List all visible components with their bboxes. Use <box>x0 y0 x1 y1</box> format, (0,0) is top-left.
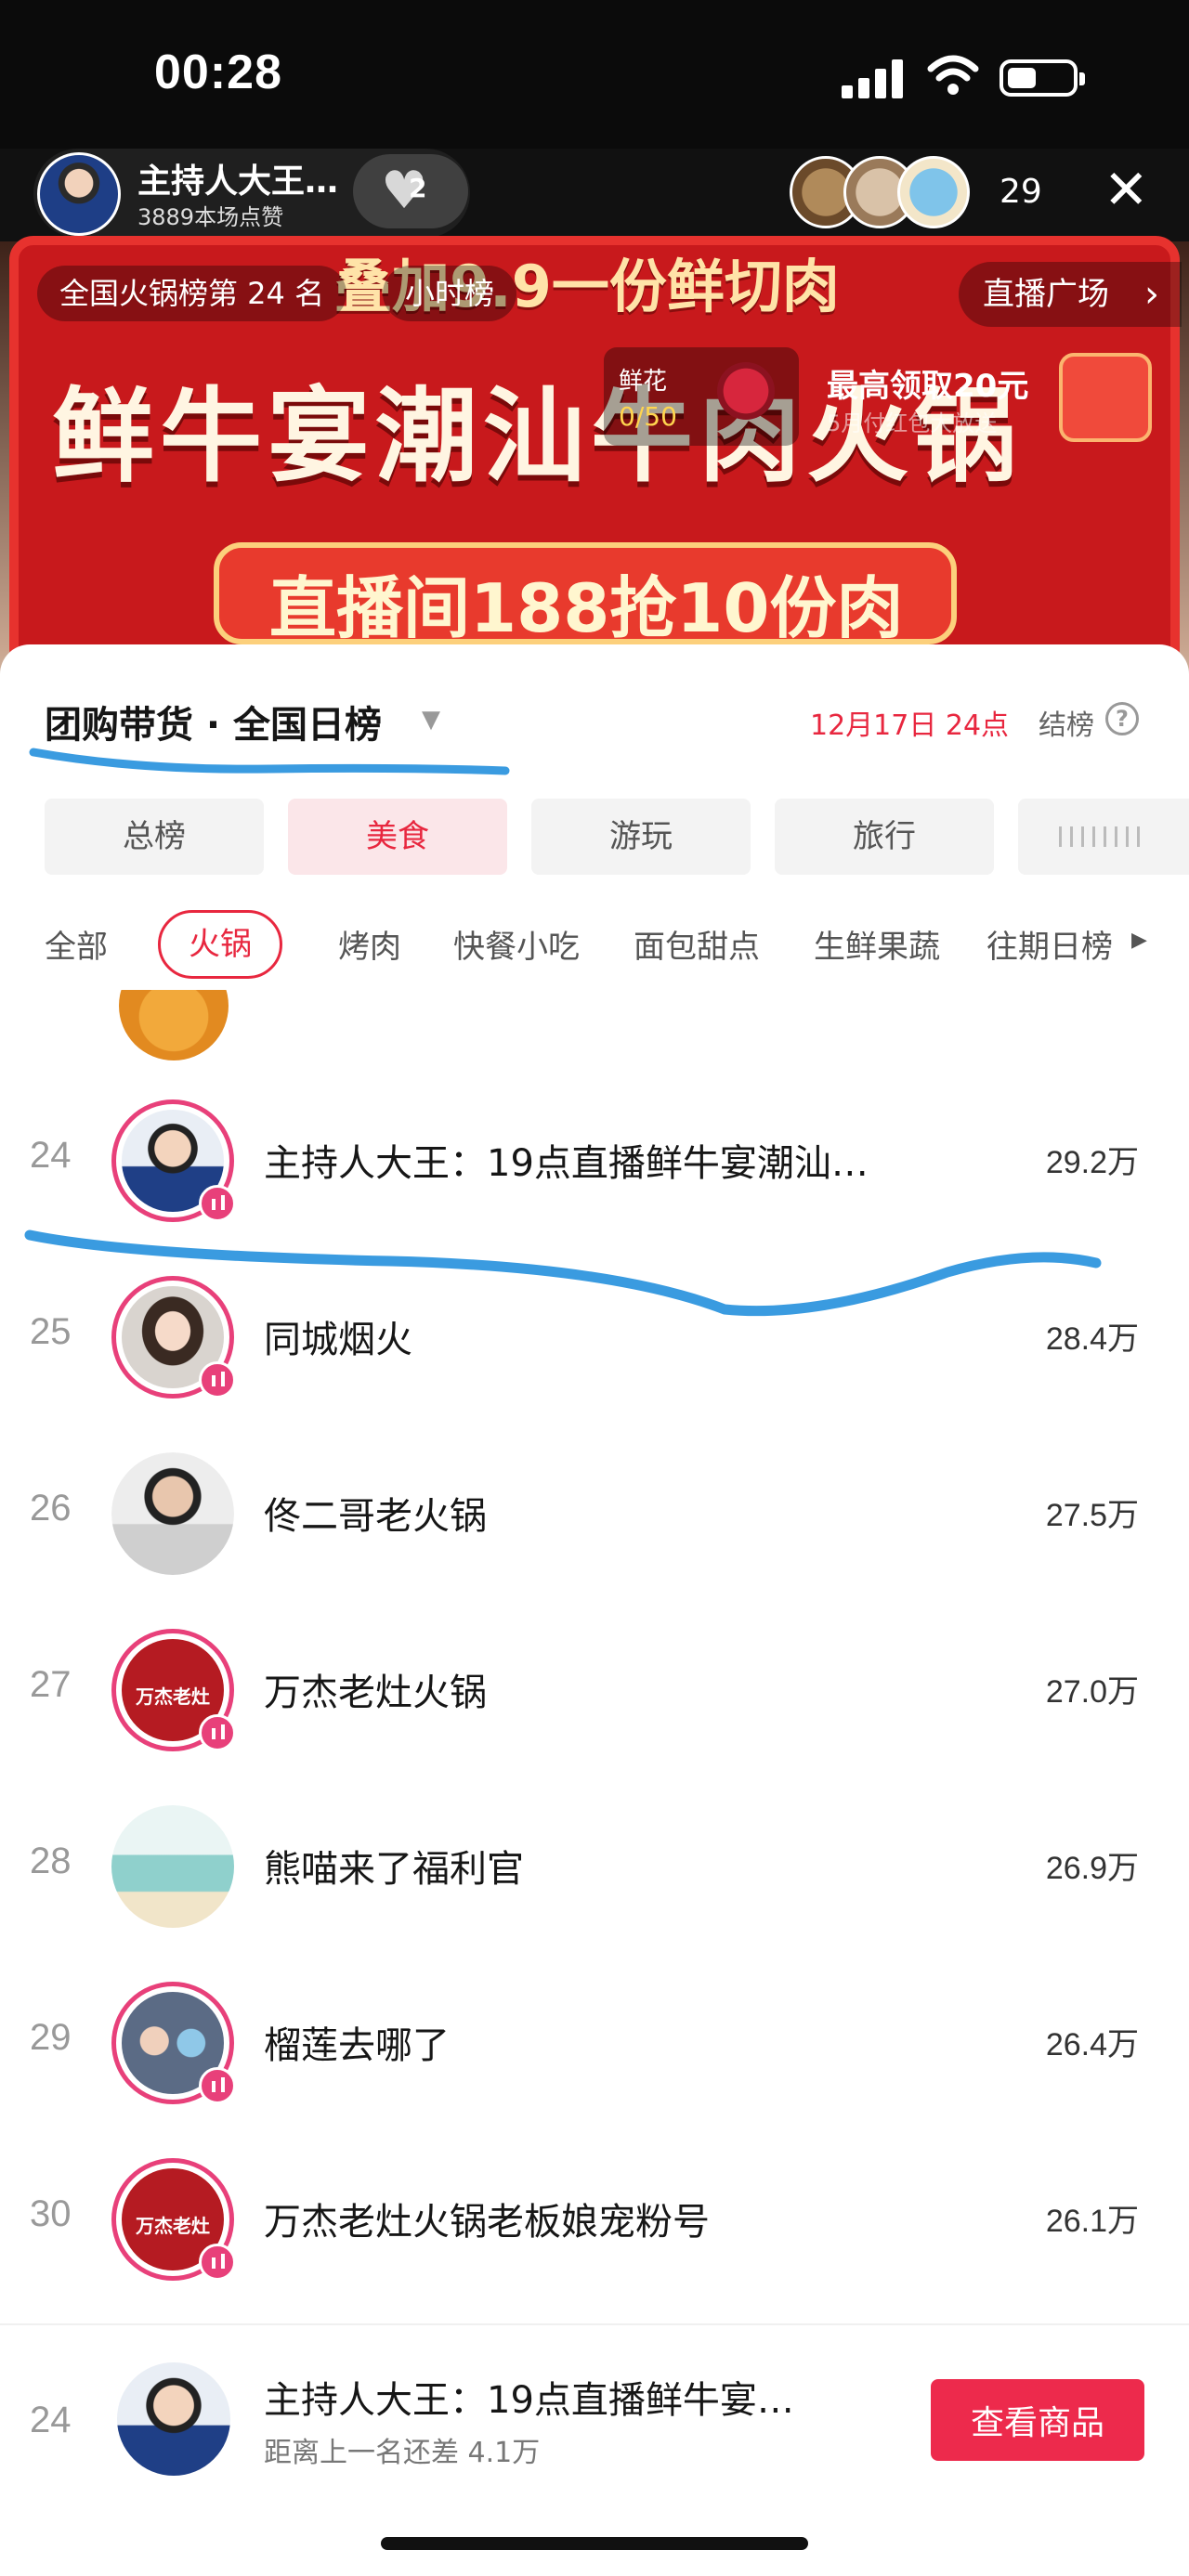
chevron-right-icon: › <box>1144 273 1159 316</box>
live-host-bar: 主持人大王… 3889本场点赞 ♥ 2 29 ✕ <box>0 149 1189 241</box>
signal-icon <box>842 58 907 98</box>
subtab-hotpot[interactable]: 火锅 <box>158 910 282 979</box>
row-name: 主持人大王：19点直播鲜牛宴潮汕… <box>264 1142 869 1185</box>
avatar[interactable] <box>119 990 229 1060</box>
row-name: 万杰老灶火锅 <box>264 1672 487 1714</box>
subtab-all[interactable]: 全部 <box>45 921 108 967</box>
close-icon[interactable]: ✕ <box>1104 162 1149 217</box>
wifi-icon <box>927 55 979 95</box>
help-icon[interactable]: ? <box>1105 702 1139 735</box>
battery-icon <box>1000 59 1085 97</box>
live-indicator-icon <box>199 1714 236 1751</box>
tab-play[interactable]: 游玩 <box>531 799 751 875</box>
row-score: 27.0万 <box>1045 1674 1139 1710</box>
my-rank: 24 <box>30 2400 72 2440</box>
status-time: 00:28 <box>154 46 282 99</box>
flower-count: 0/50 <box>619 401 677 432</box>
subtab-past-daily[interactable]: 往期日榜 <box>986 921 1113 967</box>
ranking-row[interactable]: 27 万杰老灶 万杰老灶火锅 27.0万 <box>0 1601 1189 1777</box>
row-score: 26.9万 <box>1045 1851 1139 1886</box>
subtab-fastfood[interactable]: 快餐小吃 <box>453 921 580 967</box>
avatar-image <box>111 1805 234 1928</box>
row-name: 万杰老灶火锅老板娘宠粉号 <box>264 2201 710 2244</box>
row-rank: 26 <box>30 1488 72 1529</box>
subtab-bbq[interactable]: 烤肉 <box>338 921 401 967</box>
row-name: 熊喵来了福利官 <box>264 1848 524 1891</box>
brand-logo-text: 万杰老灶 <box>136 1685 210 1708</box>
subtab-fresh[interactable]: 生鲜果蔬 <box>814 921 940 967</box>
row-rank: 28 <box>30 1841 72 1881</box>
status-bar: 00:28 <box>0 0 1189 149</box>
annotation-underline-row <box>24 1229 1102 1317</box>
live-indicator-icon <box>199 2067 236 2104</box>
ranking-row[interactable]: 30 万杰老灶 万杰老灶火锅老板娘宠粉号 26.1万 <box>0 2130 1189 2307</box>
red-packet-title: 最高领取20元 <box>827 368 1029 405</box>
row-score: 26.4万 <box>1045 2027 1139 2062</box>
tab-food[interactable]: 美食 <box>288 799 507 875</box>
ranking-settle-label: 结榜 <box>1039 709 1094 742</box>
fan-club-level: 2 <box>409 173 427 203</box>
row-name: 榴莲去哪了 <box>264 2024 450 2067</box>
home-indicator[interactable] <box>381 2537 808 2550</box>
row-score: 27.5万 <box>1045 1498 1139 1533</box>
viewer-count[interactable]: 29 <box>1000 173 1042 211</box>
annotation-underline-title <box>29 748 510 775</box>
ranking-row[interactable]: 26 佟二哥老火锅 27.5万 <box>0 1425 1189 1601</box>
row-rank: 24 <box>30 1135 72 1176</box>
fan-club-badge[interactable]: ♥ 2 <box>353 154 468 228</box>
ranking-row[interactable]: 28 熊喵来了福利官 26.9万 <box>0 1777 1189 1954</box>
row-rank: 29 <box>30 2017 72 2058</box>
hotpot-rank-chip[interactable]: 全国火锅榜第 24 名 <box>37 266 347 321</box>
tab-overall[interactable]: 总榜 <box>45 799 264 875</box>
caret-down-icon[interactable]: ▼ <box>422 706 440 734</box>
my-name: 主持人大王：19点直播鲜牛宴… <box>264 2379 794 2422</box>
ranking-row[interactable]: 29 榴莲去哪了 26.4万 <box>0 1954 1189 2130</box>
chevron-right-icon: ▶ <box>1131 929 1147 952</box>
avatar[interactable] <box>111 1805 234 1928</box>
tab-overflow[interactable] <box>1018 799 1189 875</box>
live-indicator-icon <box>199 1361 236 1399</box>
red-packet-icon[interactable] <box>1059 353 1152 442</box>
brand-logo-text: 万杰老灶 <box>136 2215 210 2237</box>
banner-bottom-text: 直播间188抢10份肉 <box>269 569 904 647</box>
flower-label: 鲜花 <box>619 368 668 396</box>
my-avatar[interactable] <box>117 2362 230 2476</box>
live-indicator-icon <box>199 2244 236 2281</box>
subtab-bakery[interactable]: 面包甜点 <box>634 921 760 967</box>
live-plaza-label: 直播广场 <box>983 276 1109 313</box>
view-products-button[interactable]: 查看商品 <box>931 2379 1144 2461</box>
ranking-title[interactable]: 团购带货 · 全国日榜 <box>45 695 382 748</box>
row-rank: 27 <box>30 1664 72 1705</box>
ranking-date: 12月17日 24点 <box>810 709 1010 742</box>
row-name: 佟二哥老火锅 <box>264 1495 487 1538</box>
red-packet-subtitle: 5月付红包大放送 <box>827 410 998 436</box>
row-rank: 30 <box>30 2193 72 2234</box>
row-score: 29.2万 <box>1045 1145 1139 1180</box>
live-plaza-button[interactable]: 直播广场 › <box>959 262 1182 327</box>
row-score: 26.1万 <box>1045 2204 1139 2239</box>
host-name: 主持人大王… <box>137 163 339 201</box>
host-avatar[interactable] <box>37 152 121 236</box>
avatar-image <box>111 1452 234 1575</box>
ranking-list: 24 主持人大王：19点直播鲜牛宴潮汕… 29.2万 25 同城烟火 28.4万… <box>0 990 1189 2323</box>
tab-travel[interactable]: 旅行 <box>775 799 994 875</box>
host-likes: 3889本场点赞 <box>137 204 284 230</box>
viewer-avatar[interactable] <box>897 156 970 228</box>
avatar[interactable] <box>111 1452 234 1575</box>
hourly-rank-chip[interactable]: 小时榜 <box>383 266 517 321</box>
rose-bouquet-icon <box>717 362 775 420</box>
rank-gap-text: 距离上一名还差 4.1万 <box>264 2437 541 2469</box>
